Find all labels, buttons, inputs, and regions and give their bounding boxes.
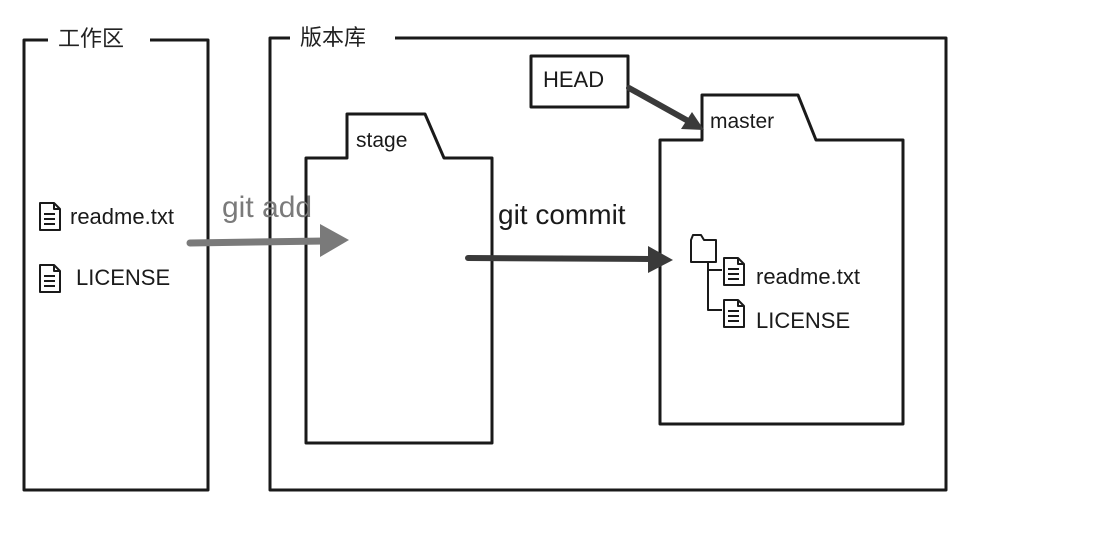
workspace-panel: 工作区 readme.txt LICENSE [22, 27, 210, 492]
git-add-label: git add [222, 191, 312, 224]
workspace-file-label: LICENSE [76, 265, 170, 290]
tree-file-readme: readme.txt [723, 257, 860, 289]
git-commit-arrow: git commit [465, 199, 673, 273]
tree-file-label: LICENSE [756, 308, 850, 333]
workspace-file-label: readme.txt [70, 204, 174, 229]
master-folder: master readme.txt LICENSE [658, 93, 905, 426]
folder-icon [690, 234, 717, 263]
repository-title: 版本库 [300, 26, 366, 51]
stage-folder: stage [304, 112, 494, 445]
file-icon [723, 299, 745, 328]
workspace-file-readme: readme.txt [39, 202, 174, 231]
file-icon [723, 257, 745, 286]
master-folder-label: master [710, 110, 774, 133]
git-add-arrow-shaft [186, 237, 329, 247]
head-pointer: HEAD [529, 54, 704, 130]
tree-file-license: LICENSE [723, 299, 850, 333]
git-commit-arrow-shaft [465, 255, 653, 262]
git-commit-label: git commit [498, 199, 626, 230]
workspace-title: 工作区 [58, 27, 124, 52]
commit-tree: readme.txt LICENSE [690, 234, 860, 333]
head-label: HEAD [543, 67, 604, 92]
stage-folder-label: stage [356, 129, 407, 152]
workspace-file-license: LICENSE [39, 264, 170, 293]
file-icon [39, 202, 61, 231]
head-arrow-shaft [626, 85, 693, 125]
tree-file-label: readme.txt [756, 264, 860, 289]
git-workflow-diagram: 工作区 readme.txt LICENSE 版本库 stage master … [22, 26, 948, 492]
file-icon [39, 264, 61, 293]
git-add-arrow-head [320, 224, 349, 257]
